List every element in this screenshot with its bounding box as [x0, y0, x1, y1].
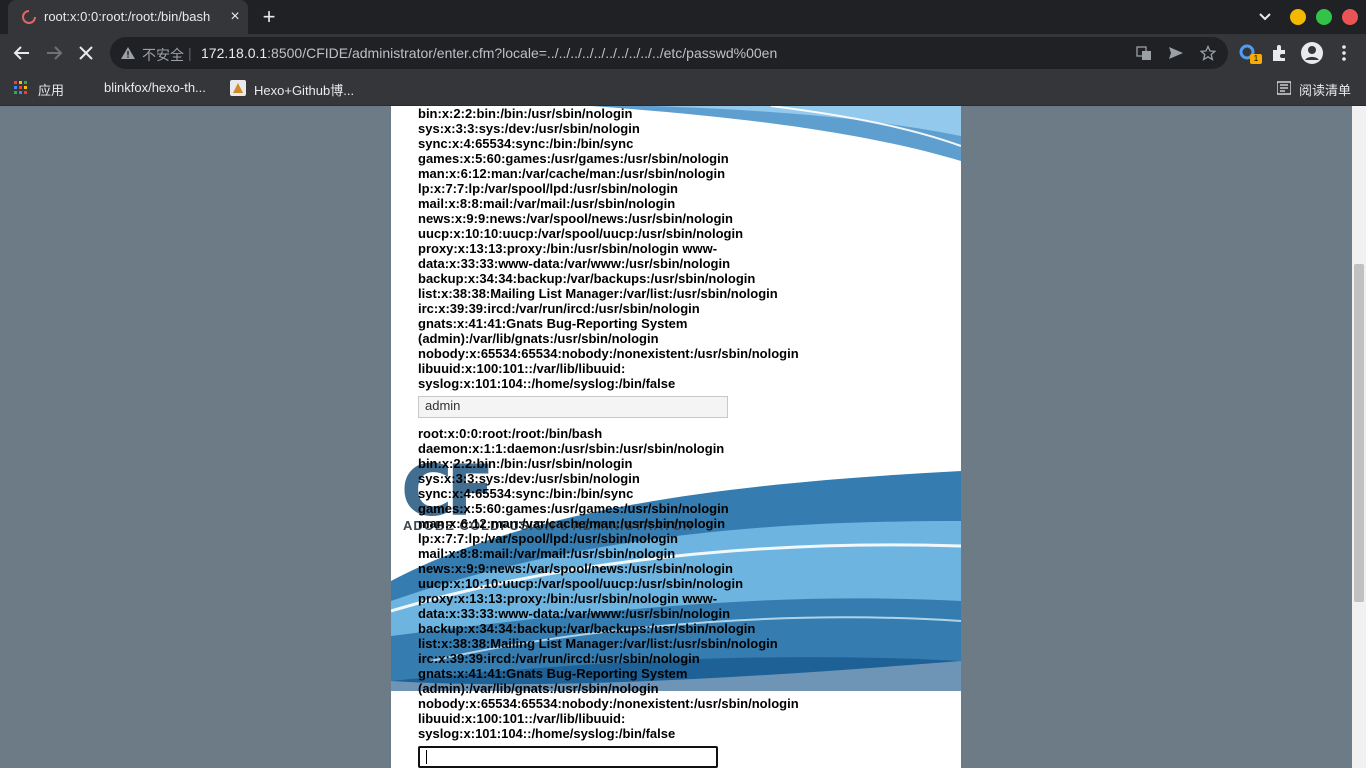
- forward-arrow-icon[interactable]: [42, 41, 66, 65]
- passwd-line: proxy:x:13:13:proxy:/bin:/usr/sbin/nolog…: [418, 241, 718, 256]
- passwd-line: games:x:5:60:games:/usr/games:/usr/sbin/…: [418, 501, 729, 516]
- passwd-line: root:x:0:0:root:/root:/bin/bash: [418, 426, 603, 441]
- reading-list[interactable]: 阅读清单: [1299, 80, 1351, 99]
- passwd-line: backup:x:34:34:backup:/var/backups:/usr/…: [418, 621, 756, 636]
- passwd-line: irc:x:39:39:ircd:/var/run/ircd:/usr/sbin…: [418, 301, 700, 316]
- url-host: 172.18.0.1: [201, 45, 268, 61]
- menu-kebab-icon[interactable]: [1332, 41, 1356, 65]
- passwd-line: uucp:x:10:10:uucp:/var/spool/uucp:/usr/s…: [418, 576, 744, 591]
- passwd-line: gnats:x:41:41:Gnats Bug-Reporting System: [418, 316, 688, 331]
- browser-toolbar: 不安全 | 172.18.0.1:8500/CFIDE/administrato…: [0, 34, 1366, 72]
- passwd-line: mail:x:8:8:mail:/var/mail:/usr/sbin/nolo…: [418, 546, 676, 561]
- extension-badge: 1: [1250, 54, 1262, 64]
- passwd-line: games:x:5:60:games:/usr/games:/usr/sbin/…: [418, 151, 729, 166]
- loading-spinner-icon: [22, 10, 36, 24]
- text-caret: [426, 750, 427, 764]
- passwd-line: data:x:33:33:www-data:/var/www:/usr/sbin…: [418, 256, 731, 271]
- profile-avatar-icon[interactable]: [1300, 41, 1324, 65]
- username-field[interactable]: admin: [418, 396, 728, 418]
- passwd-line: sync:x:4:65534:sync:/bin:/bin/sync: [418, 486, 634, 501]
- address-bar[interactable]: 不安全 | 172.18.0.1:8500/CFIDE/administrato…: [110, 37, 1228, 69]
- page-scrollbar[interactable]: [1352, 106, 1366, 768]
- passwd-line: bin:x:2:2:bin:/bin:/usr/sbin/nologin: [418, 106, 633, 121]
- bookmark-star-icon[interactable]: [1200, 45, 1216, 61]
- not-secure-label[interactable]: 不安全: [142, 45, 184, 65]
- passwd-line: man:x:6:12:man:/var/cache/man:/usr/sbin/…: [418, 166, 726, 181]
- passwd-line: proxy:x:13:13:proxy:/bin:/usr/sbin/nolog…: [418, 591, 718, 606]
- send-icon[interactable]: [1168, 45, 1184, 61]
- apps-grid-icon[interactable]: [14, 81, 28, 95]
- passwd-line: list:x:38:38:Mailing List Manager:/var/l…: [418, 286, 778, 301]
- new-tab-button[interactable]: +: [258, 6, 280, 28]
- passwd-line: lp:x:7:7:lp:/var/spool/lpd:/usr/sbin/nol…: [418, 181, 678, 196]
- close-window-button[interactable]: [1342, 9, 1358, 25]
- bookmark-hexo-theme[interactable]: blinkfox/hexo-th...: [104, 80, 206, 95]
- passwd-line: news:x:9:9:news:/var/spool/news:/usr/sbi…: [418, 211, 733, 226]
- page-viewport: CF ADOBE COLDFUSION 8 ADMINISTRATOR bin:…: [0, 106, 1366, 768]
- passwd-dump-username-label: bin:x:2:2:bin:/bin:/usr/sbin/nologin sys:…: [418, 106, 938, 391]
- passwd-line: list:x:38:38:Mailing List Manager:/var/l…: [418, 636, 778, 651]
- maximize-button[interactable]: [1316, 9, 1332, 25]
- passwd-line: nobody:x:65534:65534:nobody:/nonexistent…: [418, 346, 799, 361]
- passwd-line: news:x:9:9:news:/var/spool/news:/usr/sbi…: [418, 561, 733, 576]
- passwd-line: mail:x:8:8:mail:/var/mail:/usr/sbin/nolo…: [418, 196, 676, 211]
- passwd-line: gnats:x:41:41:Gnats Bug-Reporting System: [418, 666, 688, 681]
- stop-loading-icon[interactable]: [74, 41, 98, 65]
- passwd-line: sys:x:3:3:sys:/dev:/usr/sbin/nologin: [418, 471, 640, 486]
- passwd-line: nobody:x:65534:65534:nobody:/nonexistent…: [418, 696, 799, 711]
- scrollbar-thumb[interactable]: [1354, 264, 1364, 602]
- bookmark-favicon-icon: [230, 80, 246, 96]
- passwd-line: uucp:x:10:10:uucp:/var/spool/uucp:/usr/s…: [418, 226, 744, 241]
- passwd-line: data:x:33:33:www-data:/var/www:/usr/sbin…: [418, 606, 731, 621]
- passwd-line: man:x:6:12:man:/var/cache/man:/usr/sbin/…: [418, 516, 726, 531]
- reading-list-icon[interactable]: [1277, 81, 1291, 95]
- passwd-line: backup:x:34:34:backup:/var/backups:/usr/…: [418, 271, 756, 286]
- tab-active[interactable]: root:x:0:0:root:/root:/bin/bash ×: [8, 0, 248, 34]
- back-arrow-icon[interactable]: [10, 41, 34, 65]
- passwd-line: syslog:x:101:104::/home/syslog:/bin/fals…: [418, 376, 676, 391]
- passwd-line: sync:x:4:65534:sync:/bin:/bin/sync: [418, 136, 634, 151]
- tab-close-icon[interactable]: ×: [226, 8, 244, 26]
- translate-icon[interactable]: [1136, 45, 1152, 61]
- tab-search-chevron-icon[interactable]: [1254, 8, 1276, 26]
- bookmark-hexo-github[interactable]: Hexo+Github博...: [254, 80, 354, 99]
- passwd-line: daemon:x:1:1:daemon:/usr/sbin:/usr/sbin/…: [418, 441, 725, 456]
- passwd-line: (admin):/var/lib/gnats:/usr/sbin/nologin: [418, 331, 659, 346]
- extensions-puzzle-icon[interactable]: [1268, 41, 1292, 65]
- tab-strip: root:x:0:0:root:/root:/bin/bash × +: [0, 0, 1366, 34]
- passwd-line: lp:x:7:7:lp:/var/spool/lpd:/usr/sbin/nol…: [418, 531, 678, 546]
- address-separator: |: [188, 45, 192, 61]
- bookmarks-bar: 应用 blinkfox/hexo-th... Hexo+Github博... 阅…: [0, 72, 1366, 106]
- passwd-line: bin:x:2:2:bin:/bin:/usr/sbin/nologin: [418, 456, 633, 471]
- passwd-dump-password-label: root:x:0:0:root:/root:/bin/bash daemon:x:…: [418, 426, 938, 741]
- bookmark-apps[interactable]: 应用: [38, 80, 64, 99]
- passwd-line: libuuid:x:100:101::/var/lib/libuuid:: [418, 361, 626, 376]
- warning-icon[interactable]: [120, 45, 136, 61]
- login-panel: CF ADOBE COLDFUSION 8 ADMINISTRATOR bin:…: [391, 106, 961, 768]
- url-path: :8500/CFIDE/administrator/enter.cfm?loca…: [267, 45, 778, 61]
- passwd-line: syslog:x:101:104::/home/syslog:/bin/fals…: [418, 726, 676, 741]
- passwd-line: libuuid:x:100:101::/var/lib/libuuid:: [418, 711, 626, 726]
- minimize-button[interactable]: [1290, 9, 1306, 25]
- passwd-line: irc:x:39:39:ircd:/var/run/ircd:/usr/sbin…: [418, 651, 700, 666]
- passwd-line: (admin):/var/lib/gnats:/usr/sbin/nologin: [418, 681, 659, 696]
- url-text[interactable]: 172.18.0.1:8500/CFIDE/administrator/ente…: [201, 45, 777, 61]
- passwd-line: sys:x:3:3:sys:/dev:/usr/sbin/nologin: [418, 121, 640, 136]
- password-field[interactable]: [418, 746, 718, 768]
- tab-title: root:x:0:0:root:/root:/bin/bash: [44, 9, 211, 24]
